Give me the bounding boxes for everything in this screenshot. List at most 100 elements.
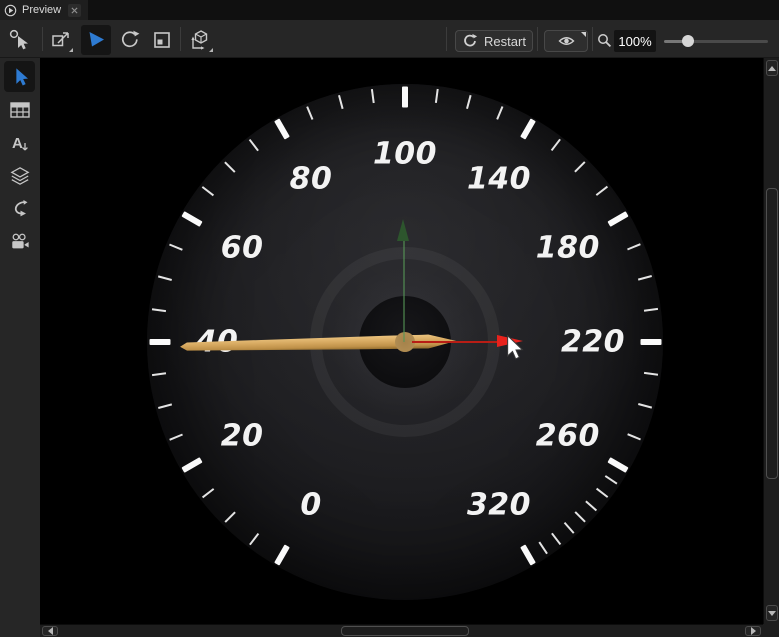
vertical-scroll-thumb[interactable] bbox=[766, 188, 778, 479]
restart-button[interactable]: Restart bbox=[455, 30, 533, 52]
gauge-tick-minor bbox=[158, 403, 172, 409]
left-sidebar: A bbox=[0, 58, 40, 637]
sidebar-item-select-active[interactable] bbox=[4, 61, 35, 92]
gauge-tick-major bbox=[520, 544, 536, 565]
gauge-tick-major bbox=[274, 544, 290, 565]
gauge-tick-major bbox=[149, 339, 170, 345]
dropdown-corner-icon bbox=[581, 32, 586, 37]
gauge-tick-minor bbox=[637, 275, 651, 281]
gauge-tick-minor bbox=[169, 433, 183, 441]
gauge-tick-minor bbox=[338, 95, 344, 109]
scale-tool-icon[interactable] bbox=[149, 27, 175, 53]
visibility-button[interactable] bbox=[544, 30, 588, 52]
gauge-tick-major bbox=[182, 457, 203, 473]
transform-tool-icon[interactable] bbox=[48, 27, 74, 53]
gauge-number: 260 bbox=[536, 419, 600, 454]
tab-preview[interactable]: Preview bbox=[0, 0, 88, 20]
gauge-tick-minor bbox=[249, 139, 259, 152]
gauge-tick-minor bbox=[551, 532, 561, 545]
close-icon[interactable] bbox=[68, 4, 81, 17]
sidebar-item-table[interactable] bbox=[9, 99, 31, 121]
gauge-tick-minor bbox=[224, 512, 236, 524]
gauge-tick-minor bbox=[575, 161, 587, 173]
gauge-tick-minor bbox=[306, 106, 314, 120]
gauge-tick-minor bbox=[575, 512, 587, 524]
gauge-tick-minor bbox=[585, 500, 597, 511]
gauge-number: 140 bbox=[467, 162, 531, 197]
gauge-tick-minor bbox=[644, 308, 658, 312]
dropdown-corner-icon bbox=[209, 48, 213, 52]
gauge-tick-minor bbox=[224, 161, 236, 173]
gauge-tick-minor bbox=[435, 89, 439, 103]
gauge-number: 80 bbox=[290, 162, 333, 197]
gauge-tick-minor bbox=[466, 95, 472, 109]
scroll-left-button[interactable] bbox=[42, 626, 58, 636]
gauge-tick-major bbox=[640, 339, 661, 345]
gauge-tick-minor bbox=[563, 522, 574, 534]
toolbar: Restart 100% bbox=[0, 20, 779, 58]
gauge-tick-major bbox=[520, 119, 536, 140]
rotate-tool-icon[interactable] bbox=[117, 27, 143, 53]
gauge-tick-minor bbox=[202, 186, 215, 196]
triangle-down-icon bbox=[768, 611, 776, 616]
mouse-cursor-icon bbox=[506, 335, 524, 360]
vertical-scrollbar[interactable] bbox=[763, 58, 779, 624]
gauge-tick-minor bbox=[152, 308, 166, 312]
zoom-slider-track[interactable] bbox=[688, 40, 768, 43]
gauge-tick-major bbox=[607, 211, 628, 227]
preview-window: Preview bbox=[0, 0, 779, 637]
play-circle-icon bbox=[4, 4, 17, 17]
zoom-percent-value[interactable]: 100% bbox=[614, 30, 656, 52]
gauge-number: 180 bbox=[536, 231, 600, 266]
sidebar-item-curves[interactable] bbox=[9, 198, 31, 220]
toolbar-separator bbox=[180, 27, 181, 51]
scrollbar-corner bbox=[763, 624, 779, 637]
svg-text:A: A bbox=[12, 135, 23, 152]
sidebar-item-camera[interactable] bbox=[9, 231, 31, 253]
gauge-tick-minor bbox=[644, 372, 658, 376]
gauge-tick-major bbox=[274, 119, 290, 140]
scroll-down-button[interactable] bbox=[766, 605, 778, 621]
zoom-magnifier-icon bbox=[595, 27, 613, 53]
gauge-tick-major bbox=[607, 457, 628, 473]
sidebar-item-layers[interactable] bbox=[9, 165, 31, 187]
restart-label: Restart bbox=[484, 34, 526, 49]
gauge-number: 20 bbox=[221, 419, 264, 454]
gauge-tick-minor bbox=[371, 89, 375, 103]
toolbar-separator bbox=[592, 27, 593, 51]
gauge-tick-minor bbox=[605, 475, 618, 485]
gauge-tick-minor bbox=[158, 275, 172, 281]
horizontal-scrollbar[interactable] bbox=[40, 624, 763, 637]
sidebar-item-text[interactable]: A bbox=[9, 132, 31, 154]
scroll-right-button[interactable] bbox=[745, 626, 761, 636]
move-3d-tool-icon[interactable] bbox=[188, 27, 214, 53]
gauge-tick-minor bbox=[538, 542, 548, 555]
triangle-up-icon bbox=[768, 66, 776, 71]
scroll-up-button[interactable] bbox=[766, 60, 778, 76]
gauge-tick-minor bbox=[595, 186, 608, 196]
gauge-tick-minor bbox=[637, 403, 651, 409]
gauge-tick-major bbox=[402, 86, 408, 107]
gizmo-y-axis-line bbox=[403, 241, 405, 342]
gauge-tick-minor bbox=[627, 433, 641, 441]
gizmo-x-axis-line bbox=[412, 341, 503, 343]
gauge-tick-minor bbox=[551, 139, 561, 152]
horizontal-scroll-thumb[interactable] bbox=[341, 626, 469, 636]
zoom-slider-handle[interactable] bbox=[682, 35, 694, 47]
gauge-number: 100 bbox=[373, 137, 437, 172]
gauge-tick-minor bbox=[496, 106, 504, 120]
gizmo-y-axis-arrow-icon[interactable] bbox=[397, 219, 409, 241]
triangle-left-icon bbox=[48, 627, 53, 635]
select-item-tool-active[interactable] bbox=[81, 25, 111, 55]
toolbar-separator bbox=[42, 27, 43, 51]
gauge-tick-minor bbox=[627, 243, 641, 251]
triangle-right-icon bbox=[751, 627, 756, 635]
gauge-tick-minor bbox=[169, 243, 183, 251]
gauge-tick-minor bbox=[152, 372, 166, 376]
selection-mode-icon[interactable] bbox=[7, 27, 33, 53]
tab-strip: Preview bbox=[0, 0, 779, 20]
preview-canvas[interactable]: 020406080100140180220260320 bbox=[40, 58, 763, 624]
toolbar-separator bbox=[446, 27, 447, 51]
gauge-tick-minor bbox=[595, 488, 608, 498]
dropdown-corner-icon bbox=[69, 48, 73, 52]
